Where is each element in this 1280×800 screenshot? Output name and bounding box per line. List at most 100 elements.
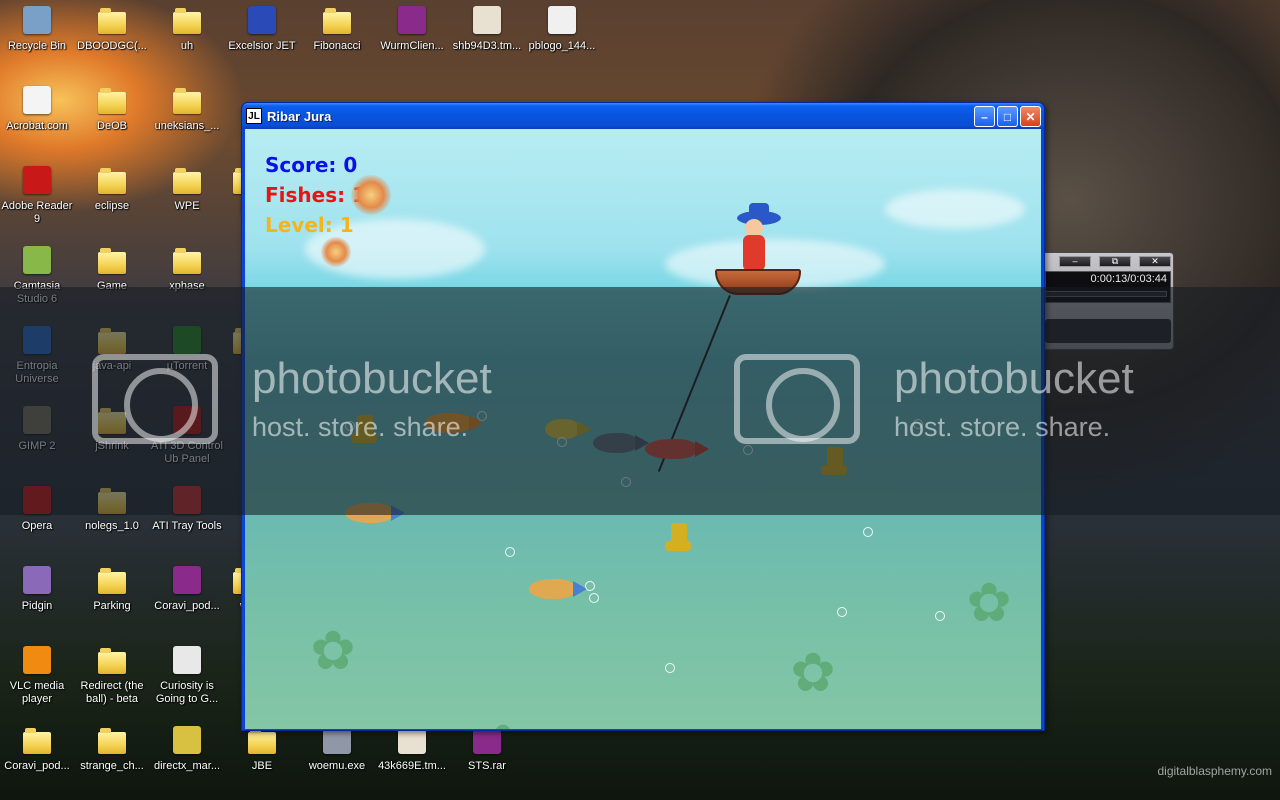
wallpaper-signature: digitalblasphemy.com [1157,764,1273,778]
fish[interactable] [345,503,405,523]
minimize-button[interactable]: – [974,106,995,127]
fish[interactable] [545,419,591,439]
bubble [863,527,873,537]
vlc-icon [21,644,53,676]
app-icon: JL [246,108,262,124]
desktop-icon-label: ATI Tray Tools [152,520,222,532]
media-player-close-button[interactable]: ✕ [1139,256,1171,267]
desktop-icon[interactable]: VLC media player [0,644,74,706]
desktop-icon[interactable]: uh [150,4,224,53]
desktop-icon-label: Curiosity is Going to G... [155,680,219,705]
desktop-icon[interactable]: JBE [225,724,299,773]
media-player-restore-button[interactable]: ⧉ [1099,256,1131,267]
media-player-seek-bar[interactable] [1045,291,1167,297]
desktop-icon-label: DeOB [97,120,127,132]
desktop-icon-label: Pidgin [21,600,53,612]
desktop-icon[interactable]: Pidgin [0,564,74,613]
desktop-icon[interactable]: directx_mar... [150,724,224,773]
folder-icon [96,164,128,196]
folder-icon [96,484,128,516]
desktop-icon[interactable]: Camtasia Studio 6 [0,244,74,306]
desktop-icon-label: directx_mar... [153,760,221,772]
seaweed-icon: ✿ [310,621,356,681]
folder-icon [96,324,128,356]
bubble [477,411,487,421]
desktop-icon-label: Excelsior JET [228,40,296,52]
desktop-icon[interactable]: ATI Tray Tools [150,484,224,533]
desktop-icon[interactable]: Acrobat.com [0,84,74,133]
desktop-icon-label: pblogo_144... [528,40,596,52]
close-button[interactable]: ✕ [1020,106,1041,127]
window-titlebar[interactable]: JL Ribar Jura – □ ✕ [242,103,1044,129]
desktop-icon-label: Coravi_pod... [4,760,70,772]
desktop-icon[interactable]: Game [75,244,149,293]
desktop-icon-label: shb94D3.tm... [452,40,522,52]
bubble [557,437,567,447]
desktop-icon[interactable]: DeOB [75,84,149,133]
desktop-icon[interactable]: Fibonacci [300,4,374,53]
desktop-icon[interactable]: STS.rar [450,724,524,773]
curiosity-icon [171,644,203,676]
desktop-icon[interactable]: Adobe Reader 9 [0,164,74,226]
desktop-icon[interactable]: WurmClien... [375,4,449,53]
desktop-icon[interactable]: Redirect (the ball) - beta [75,644,149,706]
desktop-icon[interactable]: Recycle Bin [0,4,74,53]
desktop-icon-label: Opera [21,520,53,532]
media-player-controls[interactable] [1045,319,1171,343]
old-boot[interactable] [821,447,847,475]
window-title: Ribar Jura [267,108,332,124]
folder-icon [96,84,128,116]
desktop-icon[interactable]: Excelsior JET [225,4,299,53]
seaweed-icon: ✿ [475,717,531,729]
folder-icon [96,724,128,756]
cloud [885,189,1025,229]
gimp-icon [21,404,53,436]
desktop-icon[interactable]: GIMP 2 [0,404,74,453]
watermark-name: photobucket [894,354,1134,403]
old-boot[interactable] [665,523,691,551]
desktop-icon[interactable]: strange_ch... [75,724,149,773]
fish[interactable] [593,433,649,453]
desktop-icon-label: JBE [251,760,273,772]
watermark-name: photobucket [252,354,492,403]
desktop-icon[interactable]: nolegs_1.0 [75,484,149,533]
maximize-button[interactable]: □ [997,106,1018,127]
fish[interactable] [529,579,587,599]
desktop-icon-label: Recycle Bin [7,40,67,52]
score-label: Score: 0 [265,153,358,177]
desktop-icon[interactable]: Parking [75,564,149,613]
desktop-icon-label: STS.rar [468,760,506,772]
glow-orb [351,175,391,215]
adobe-reader-icon [21,164,53,196]
bubble [837,607,847,617]
bubble [665,663,675,673]
desktop-icon-label: Redirect (the ball) - beta [80,680,144,705]
desktop-icon[interactable]: DBOODGC(... [75,4,149,53]
level-label: Level: 1 [265,213,354,237]
opera-icon [21,484,53,516]
desktop-icon[interactable]: Entropia Universe [0,324,74,386]
desktop-icon[interactable]: uneksians_... [150,84,224,133]
desktop-icon[interactable]: woemu.exe [300,724,374,773]
media-player-minimize-button[interactable]: – [1059,256,1091,267]
desktop-icon-label: Game [97,280,127,292]
desktop-icon[interactable]: Curiosity is Going to G... [150,644,224,706]
desktop-icon[interactable]: 43k669E.tm... [375,724,449,773]
folder-icon [171,244,203,276]
folder-icon [171,4,203,36]
bubble [935,611,945,621]
media-player-widget[interactable]: – ⧉ ✕ 0:00:13/0:03:44 [1040,252,1174,350]
desktop-icon-label: xphase [169,280,205,292]
desktop-icon[interactable]: Opera [0,484,74,533]
watermark-tagline: host. store. share. [894,412,1111,442]
folder-icon [96,564,128,596]
desktop-icon[interactable]: Coravi_pod... [0,724,74,773]
desktop-icon-label: nolegs_1.0 [85,520,139,532]
acrobat-icon [21,84,53,116]
desktop-icon[interactable]: eclipse [75,164,149,213]
desktop-icon[interactable]: xphase [150,244,224,293]
desktop-icon[interactable]: pblogo_144... [525,4,599,53]
fish[interactable] [645,439,709,459]
bubble [589,593,599,603]
desktop-icon[interactable]: shb94D3.tm... [450,4,524,53]
